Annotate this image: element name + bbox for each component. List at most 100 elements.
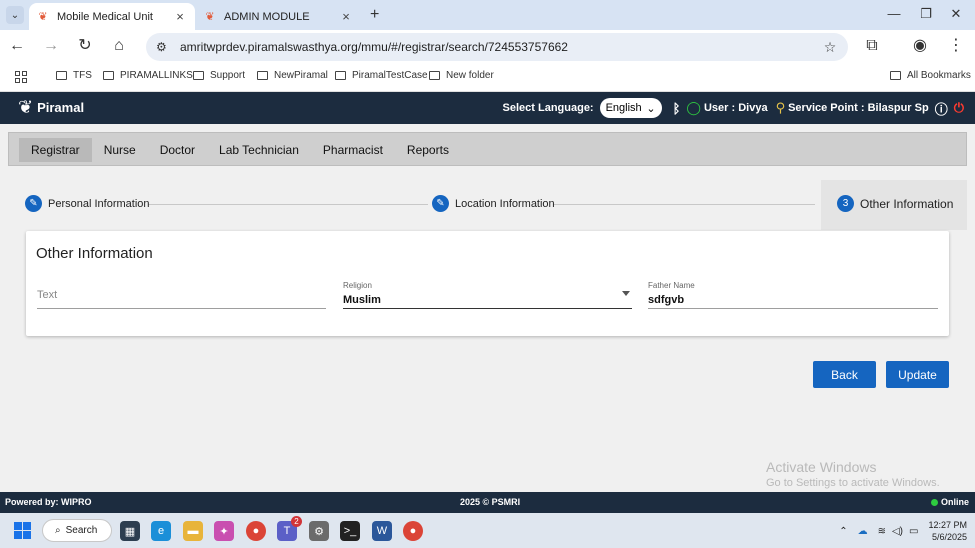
site-settings-icon[interactable]: ⚙ [156, 40, 180, 54]
tab-nurse[interactable]: Nurse [92, 138, 148, 162]
bookmark-label: New folder [446, 70, 494, 81]
close-tab-icon[interactable]: × [339, 9, 353, 24]
taskbar-search[interactable]: ⌕ Search [42, 519, 112, 542]
piramal-logo: ❦ Piramal [18, 97, 84, 118]
chevron-up-icon[interactable]: ⌃ [839, 526, 847, 537]
bookmark-folder[interactable]: PiramalTestCase [335, 70, 428, 81]
address-bar[interactable]: ⚙ amritwprdev.piramalswasthya.org/mmu/#/… [146, 33, 848, 61]
registration-stepper: ✎ Personal Information ✎ Location Inform… [8, 180, 967, 230]
minimize-icon[interactable]: — [884, 6, 904, 21]
onedrive-cloud-icon[interactable]: ☁ [858, 526, 868, 537]
step-location-information[interactable]: ✎ Location Information [432, 195, 555, 212]
religion-value: Muslim [343, 294, 381, 306]
bookmark-label: NewPiramal [274, 70, 328, 81]
settings-gear-icon[interactable]: ⚙ [309, 521, 329, 541]
teams-icon[interactable]: T2 [277, 516, 302, 541]
tab-admin-module[interactable]: ❦ ADMIN MODULE × [196, 3, 361, 30]
pencil-edit-icon: ✎ [432, 195, 449, 212]
watermark-subtitle: Go to Settings to activate Windows. [766, 477, 940, 489]
back-arrow-icon[interactable]: ← [7, 36, 27, 56]
bookmark-folder[interactable]: New folder [429, 70, 494, 81]
close-window-icon[interactable]: ✕ [946, 6, 966, 22]
word-icon[interactable]: W [372, 521, 392, 541]
stepper-divider [553, 204, 815, 205]
text-input[interactable]: Text [37, 281, 326, 309]
language-select[interactable]: English ⌄ [599, 98, 662, 118]
notification-badge: 2 [291, 516, 302, 527]
step-other-information[interactable]: 3 Other Information [837, 195, 953, 212]
language-value: English [605, 102, 642, 114]
step-number: 3 [837, 195, 854, 212]
tab-search-chevron-icon[interactable]: ⌄ [6, 6, 24, 24]
religion-select[interactable]: Religion Muslim [343, 281, 632, 309]
card-title: Other Information [36, 245, 153, 262]
father-name-field[interactable]: Father Name sdfgvb [648, 281, 938, 309]
chevron-down-icon: ⌄ [646, 102, 656, 115]
select-language-label: Select Language: [502, 102, 594, 114]
forward-arrow-icon[interactable]: → [41, 36, 61, 56]
bookmark-label: PIRAMALLINKS [120, 70, 193, 81]
powered-by: Powered by: WIPRO [5, 497, 92, 507]
update-button[interactable]: Update [886, 361, 949, 388]
text-input-placeholder: Text [37, 289, 58, 301]
online-dot-icon [930, 498, 938, 506]
restore-icon[interactable]: ❐ [916, 6, 936, 22]
copyright: 2025 © PSMRI [460, 497, 521, 507]
task-view-icon[interactable]: ▦ [120, 521, 140, 541]
close-tab-icon[interactable]: × [173, 9, 187, 24]
piramal-leaf-icon: ❦ [18, 97, 34, 117]
system-clock[interactable]: 12:27 PM 5/6/2025 [928, 519, 967, 543]
back-button[interactable]: Back [813, 361, 876, 388]
edge-icon[interactable]: e [151, 521, 171, 541]
chrome-icon[interactable]: ● [246, 521, 266, 541]
extensions-icon[interactable]: ⧉ [862, 36, 882, 56]
tab-registrar[interactable]: Registrar [19, 138, 92, 162]
piramal-favicon-icon: ❦ [205, 11, 215, 23]
father-name-value: sdfgvb [648, 294, 685, 306]
tab-lab-technician[interactable]: Lab Technician [207, 138, 311, 162]
bookmark-folder[interactable]: TFS [56, 70, 92, 81]
windows-start-icon[interactable] [14, 522, 31, 539]
copilot-icon[interactable]: ✦ [214, 521, 234, 541]
step-label: Location Information [455, 197, 555, 210]
bookmark-folder[interactable]: NewPiramal [257, 70, 328, 81]
step-label: Other Information [860, 196, 954, 211]
url-text[interactable]: amritwprdev.piramalswasthya.org/mmu/#/re… [180, 40, 818, 54]
watermark-title: Activate Windows [766, 459, 877, 475]
help-icon[interactable]: ⓘ [935, 99, 948, 118]
all-bookmarks[interactable]: All Bookmarks [890, 70, 971, 81]
tab-reports[interactable]: Reports [395, 138, 461, 162]
role-navigation: Registrar Nurse Doctor Lab Technician Ph… [8, 132, 967, 166]
battery-icon[interactable]: ▭ [909, 526, 918, 537]
bookmark-star-icon[interactable]: ☆ [818, 39, 842, 56]
new-tab-icon[interactable]: + [370, 6, 379, 24]
folder-icon [193, 71, 204, 80]
browser-toolbar: ← → ↻ ⌂ ⚙ amritwprdev.piramalswasthya.or… [0, 30, 975, 62]
apps-grid-icon[interactable] [15, 71, 27, 83]
tab-pharmacist[interactable]: Pharmacist [311, 138, 395, 162]
tab-mobile-medical-unit[interactable]: ❦ Mobile Medical Unit × [29, 3, 195, 30]
browser-tab-strip: ⌄ ❦ Mobile Medical Unit × ❦ ADMIN MODULE… [0, 0, 975, 30]
search-icon: ⌕ [55, 525, 61, 536]
wifi-icon[interactable]: ≋ [878, 526, 886, 537]
reload-icon[interactable]: ↻ [75, 36, 95, 56]
volume-icon[interactable]: ◁) [892, 526, 903, 537]
terminal-icon[interactable]: >_ [340, 521, 360, 541]
file-explorer-icon[interactable]: ▬ [183, 521, 203, 541]
bookmark-folder[interactable]: Support [193, 70, 245, 81]
bookmark-folder[interactable]: PIRAMALLINKS [103, 70, 193, 81]
step-personal-information[interactable]: ✎ Personal Information [25, 195, 150, 212]
user-name: User : Divya [703, 102, 768, 114]
status-label: Online [940, 497, 969, 507]
step-label: Personal Information [48, 197, 150, 210]
bluetooth-icon[interactable]: ᛒ [673, 101, 681, 116]
pencil-edit-icon: ✎ [25, 195, 42, 212]
power-logout-icon[interactable]: ⏻ [954, 100, 964, 116]
menu-kebab-icon[interactable]: ⋮ [946, 36, 966, 56]
tab-doctor[interactable]: Doctor [148, 138, 207, 162]
home-icon[interactable]: ⌂ [109, 36, 129, 56]
chrome-icon[interactable]: ● [403, 521, 423, 541]
profile-icon[interactable]: ◉ [910, 36, 930, 56]
folder-icon [56, 71, 67, 80]
windows-taskbar: ⌕ Search ▦ e ▬ ✦ ● T2 ⚙ >_ W ● ⌃ ☁ ≋ ◁) … [0, 513, 975, 548]
